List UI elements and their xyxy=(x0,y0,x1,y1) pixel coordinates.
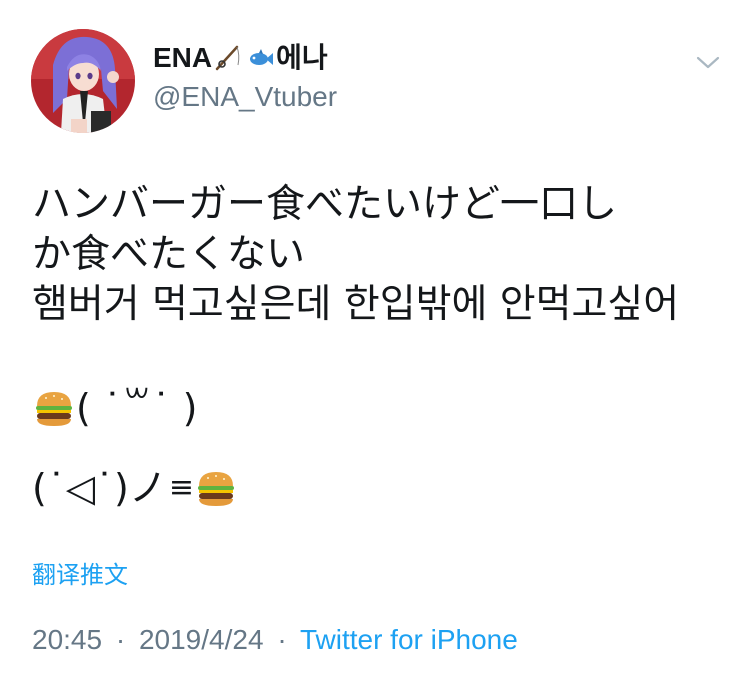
fish-icon xyxy=(245,43,275,73)
display-name[interactable]: ENA 에나 xyxy=(153,40,337,76)
tweet-line: 햄버거 먹고싶은데 한입밖에 안먹고싶어 xyxy=(32,282,680,327)
meta-separator: · xyxy=(277,624,287,655)
avatar-image xyxy=(31,29,135,133)
meta-separator: · xyxy=(115,624,126,655)
tweet-date[interactable]: 2019/4/24 xyxy=(139,624,264,655)
kaomoji-text: ( ˙꒳˙ ) xyxy=(76,386,198,430)
avatar[interactable] xyxy=(31,29,135,133)
tweet-source-link[interactable]: Twitter for iPhone xyxy=(300,624,518,655)
tweet-line: か食べたくない xyxy=(32,232,306,277)
chevron-down-icon[interactable] xyxy=(695,52,721,72)
tweet-time[interactable]: 20:45 xyxy=(32,624,102,655)
display-name-prefix: ENA xyxy=(153,42,213,73)
tweet-meta: 20:45 · 2019/4/24 · Twitter for iPhone xyxy=(32,622,518,658)
tweet-text: ハンバーガー食べたいけど一口し か食べたくない 햄버거 먹고싶은데 한입밖에 안… xyxy=(32,180,712,330)
kaomoji-text: (˙◁˙)ノ xyxy=(32,466,167,510)
author-info: ENA 에나 @ENA_Vtuber xyxy=(153,40,337,114)
tweet-line: ハンバーガー食べたいけど一口し xyxy=(32,182,618,227)
fishing-pole-icon xyxy=(213,43,243,73)
display-name-suffix: 에나 xyxy=(276,42,328,73)
hamburger-icon xyxy=(32,386,76,430)
tweet-emoji-line-1: ( ˙꒳˙ ) xyxy=(32,384,198,432)
user-handle[interactable]: @ENA_Vtuber xyxy=(153,80,337,114)
motion-lines: ≡ xyxy=(168,470,195,505)
hamburger-icon xyxy=(194,466,238,510)
tweet-emoji-line-2: (˙◁˙)ノ ≡ xyxy=(32,464,238,512)
translate-tweet-link[interactable]: 翻译推文 xyxy=(32,558,128,592)
